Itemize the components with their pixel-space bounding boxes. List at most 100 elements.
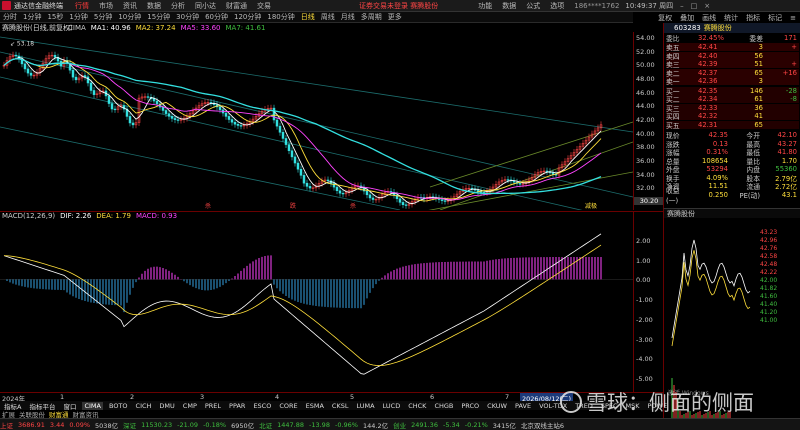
indicator-tab[interactable]: CICH	[134, 402, 154, 410]
period-tab[interactable]: 15分钟	[147, 12, 170, 22]
menu-formula[interactable]: 公式	[526, 1, 540, 11]
price-tick: 54.00	[636, 34, 655, 42]
level-change: -28	[785, 86, 797, 95]
indicator-tab[interactable]: LUMA	[354, 402, 376, 410]
intraday-avg-line	[671, 250, 751, 347]
indicator-tab[interactable]: BOTO	[107, 402, 130, 410]
period-tab[interactable]: 60分钟	[205, 12, 228, 22]
menu-function[interactable]: 功能	[478, 1, 492, 11]
indicator-tab[interactable]: CKSL	[330, 402, 351, 410]
info-value: 43.1	[781, 190, 797, 199]
candle-body	[83, 75, 87, 78]
macd-chart[interactable]	[0, 220, 633, 392]
menu-data-right[interactable]: 数据	[502, 1, 516, 11]
period-tab[interactable]: 日线	[301, 12, 315, 22]
maximize-icon[interactable]: □	[691, 2, 698, 10]
period-tab[interactable]: 多周期	[361, 12, 382, 22]
title-bar: 通达信金融终端 行情 市场 资讯 数据 分析 同小达 财富通 交易 证券交易未登…	[0, 0, 800, 12]
candle-body	[110, 103, 114, 110]
period-tab[interactable]: 月线	[341, 12, 355, 22]
price-tick: 50.00	[636, 61, 655, 70]
chart-tool-button[interactable]: 指标	[746, 13, 760, 23]
channel-line	[0, 126, 401, 210]
period-tab[interactable]: 15秒	[47, 12, 63, 22]
candle-body	[233, 121, 237, 125]
menu-data[interactable]: 数据	[147, 1, 161, 11]
menu-wealth[interactable]: 财富通	[226, 1, 247, 11]
menu-market[interactable]: 市场	[99, 1, 113, 11]
period-tab[interactable]: 10分钟	[118, 12, 141, 22]
period-tab[interactable]: 更多	[388, 12, 402, 22]
period-tab[interactable]: 1分钟	[69, 12, 87, 22]
mini-axis-tick: 42.00	[760, 277, 778, 284]
status-item: -5.34	[442, 420, 460, 429]
candle-body	[341, 192, 345, 195]
indicator-tab[interactable]: PAVE	[513, 402, 533, 410]
indicator-tab[interactable]: CMP	[181, 402, 199, 410]
period-tab[interactable]: 5分钟	[94, 12, 112, 22]
stock-code: 603283	[674, 24, 701, 32]
period-tab[interactable]: 周线	[321, 12, 335, 22]
buy-level-row[interactable]: 买五 42.31 65	[666, 120, 799, 130]
chart-tool-button[interactable]: ≡	[790, 14, 796, 22]
candle-body	[371, 197, 375, 200]
login-notice[interactable]: 证券交易未登录 赛腾股份	[359, 1, 438, 11]
stock-name: 赛腾股份	[703, 24, 732, 32]
user-account[interactable]: 186****1762	[574, 2, 619, 10]
candle-body	[176, 119, 180, 121]
channel-line	[0, 36, 633, 133]
chart-tool-button[interactable]: 画线	[702, 13, 716, 23]
indicator-tab[interactable]: PREL	[203, 402, 223, 410]
menu-options[interactable]: 选项	[550, 1, 564, 11]
intraday-price-line	[671, 239, 751, 339]
moving-average-line	[3, 58, 602, 201]
candle-body	[86, 76, 90, 84]
candle-body	[170, 116, 174, 119]
ma-legend-item: MA7: 41.61	[225, 23, 266, 32]
candle-body	[107, 95, 111, 104]
level-change: -8	[790, 95, 797, 104]
indicator-tab[interactable]: ESMA	[304, 402, 326, 410]
indicator-tab[interactable]: DMU	[157, 402, 176, 410]
indicator-tab[interactable]: PRCO	[459, 402, 481, 410]
chart-tool-button[interactable]: 叠加	[680, 13, 694, 23]
current-price-box: 30.20	[634, 196, 664, 205]
chart-tool-button[interactable]: 复权	[658, 13, 672, 23]
menu-quotes[interactable]: 行情	[75, 1, 89, 11]
high-annotation: ↙ 53.18	[10, 41, 34, 48]
period-tab[interactable]: 180分钟	[267, 12, 294, 22]
signal-mark: 杀	[350, 202, 356, 210]
price-tick: 52.00	[636, 47, 655, 56]
menu-news[interactable]: 资讯	[123, 1, 137, 11]
info-value: 42.10	[777, 131, 797, 140]
period-tab[interactable]: 30分钟	[176, 12, 199, 22]
indicator-tab[interactable]: CKUW	[485, 402, 509, 410]
period-tab[interactable]: 分时	[3, 12, 17, 22]
indicator-tab[interactable]: CORE	[277, 402, 299, 410]
chart-tool-button[interactable]: 统计	[724, 13, 738, 23]
indicator-tab[interactable]: CHGB	[432, 402, 455, 410]
status-item: 2491.36	[411, 420, 438, 429]
indicator-tab[interactable]: CHCK	[406, 402, 428, 410]
minimize-icon[interactable]: –	[680, 2, 684, 10]
candle-body	[326, 179, 330, 182]
period-tab[interactable]: 120分钟	[234, 12, 261, 22]
period-tab[interactable]: 1分钟	[23, 12, 41, 22]
price-tick: 32.00	[636, 184, 655, 193]
menu-trade[interactable]: 交易	[257, 1, 271, 11]
indicator-tab[interactable]: LUCD	[381, 402, 403, 410]
menu-txd[interactable]: 同小达	[195, 1, 216, 11]
indicator-tab[interactable]: PPAR	[227, 402, 247, 410]
chart-tool-button[interactable]: 标记	[768, 13, 782, 23]
close-icon[interactable]: ×	[704, 2, 710, 10]
app-name: 通达信金融终端	[14, 1, 63, 10]
candle-body	[284, 138, 288, 145]
kline-chart[interactable]: ↙ 53.18← 28.62杀跌杀减极	[0, 32, 633, 210]
menu-analysis[interactable]: 分析	[171, 1, 185, 11]
price-tick: 38.00	[636, 143, 655, 152]
sell-level-row[interactable]: 卖一 42.36 3	[666, 77, 799, 86]
status-item: 1447.88	[277, 420, 304, 429]
indicator-tab[interactable]: ESCO	[251, 402, 273, 410]
date-tick: 5	[350, 393, 355, 401]
quote-info-row: 收益(一) 0.250 PE(动) 43.1	[666, 187, 799, 205]
